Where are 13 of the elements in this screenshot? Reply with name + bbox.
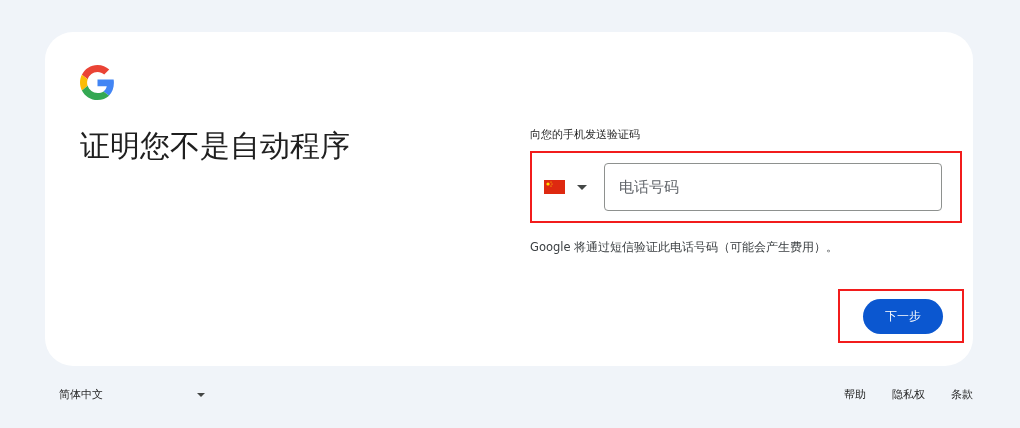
page-title: 证明您不是自动程序	[80, 127, 351, 165]
phone-label: 向您的手机发送验证码	[530, 128, 641, 142]
phone-field[interactable]: 电话号码	[604, 163, 942, 211]
footer-link[interactable]: 条款	[951, 387, 973, 402]
footer-link[interactable]: 隐私权	[892, 387, 925, 402]
caret-icon	[197, 392, 205, 397]
next-button[interactable]: 下一步	[863, 298, 943, 334]
sms-hint: Google 将通过短信验证此电话号码（可能会产生费用）。	[530, 239, 840, 255]
logo-icon	[80, 65, 115, 100]
language-selector[interactable]: 简体中文	[59, 387, 205, 402]
caret-icon	[577, 184, 587, 190]
footer-link[interactable]: 帮助	[844, 387, 866, 402]
flag-icon	[544, 180, 565, 194]
